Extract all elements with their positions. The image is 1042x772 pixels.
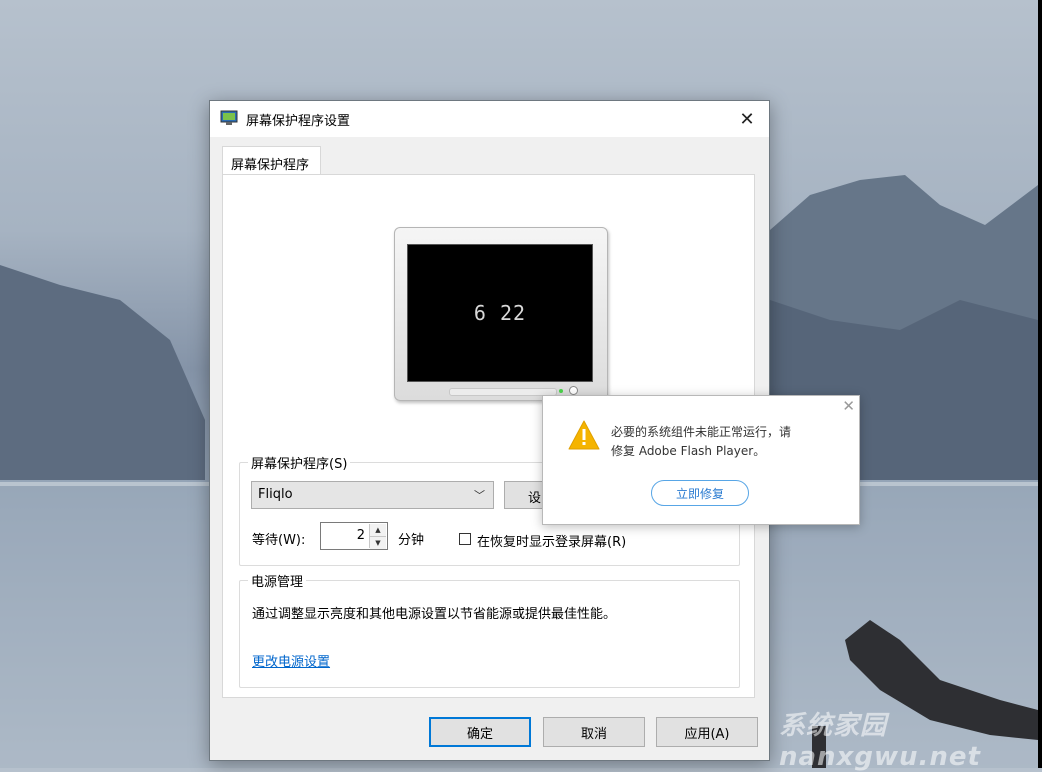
- monitor-slot: [449, 388, 557, 396]
- chevron-down-icon: ﹀: [474, 489, 485, 502]
- change-power-settings-link[interactable]: 更改电源设置: [252, 651, 330, 670]
- screensaver-selected-value: Fliqlo: [258, 487, 293, 502]
- power-knob: [569, 386, 578, 395]
- wait-label: 等待(W):: [252, 533, 306, 548]
- monitor-icon: [220, 110, 238, 125]
- wait-value: 2: [356, 528, 365, 543]
- popup-message-line2: 修复 Adobe Flash Player。: [611, 444, 766, 458]
- apply-button[interactable]: 应用(A): [656, 717, 758, 747]
- warning-icon: [568, 420, 600, 450]
- minutes-label: 分钟: [398, 533, 425, 548]
- stepper-down-icon[interactable]: ▼: [370, 537, 386, 549]
- stepper-up-icon[interactable]: ▲: [370, 524, 386, 537]
- screen-edge: [1038, 0, 1042, 768]
- close-button[interactable]: ✕: [725, 101, 769, 137]
- resume-login-label[interactable]: 在恢复时显示登录屏幕(R): [477, 531, 626, 550]
- tab-screensaver[interactable]: 屏幕保护程序: [222, 146, 321, 174]
- screensaver-select[interactable]: Fliqlo ﹀: [251, 481, 494, 509]
- wait-stepper[interactable]: 2 ▲ ▼: [320, 522, 388, 550]
- popup-message-line1: 必要的系统组件未能正常运行，请: [611, 425, 792, 439]
- resume-login-checkbox[interactable]: [459, 533, 471, 545]
- dialog-title: 屏幕保护程序设置: [246, 114, 351, 129]
- popup-message: 必要的系统组件未能正常运行，请 修复 Adobe Flash Player。: [611, 423, 791, 461]
- stepper-buttons: ▲ ▼: [369, 524, 386, 549]
- power-group-title: 电源管理: [248, 571, 307, 590]
- preview-monitor: 6 22: [394, 227, 608, 401]
- repair-now-button[interactable]: 立即修复: [651, 480, 749, 506]
- power-management-group: 电源管理 通过调整显示亮度和其他电源设置以节省能源或提供最佳性能。 更改电源设置: [239, 571, 740, 688]
- power-led: [559, 389, 563, 393]
- screensaver-group-title: 屏幕保护程序(S): [248, 453, 351, 472]
- cancel-button[interactable]: 取消: [543, 717, 645, 747]
- popup-close-icon[interactable]: ✕: [842, 397, 855, 415]
- site-watermark: 系统家园nanxgwu.net: [779, 711, 981, 772]
- power-description: 通过调整显示亮度和其他电源设置以节省能源或提供最佳性能。: [252, 607, 617, 622]
- ok-button[interactable]: 确定: [429, 717, 531, 747]
- title-bar: 屏幕保护程序设置 ✕: [210, 101, 769, 137]
- preview-screen: 6 22: [407, 244, 593, 382]
- preview-clock: 6 22: [473, 301, 527, 325]
- flash-warning-popup: ✕ 必要的系统组件未能正常运行，请 修复 Adobe Flash Player。…: [542, 395, 860, 525]
- close-icon: ✕: [739, 108, 755, 130]
